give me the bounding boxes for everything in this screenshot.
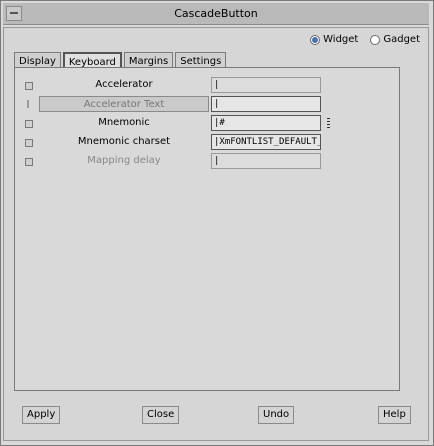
row-mapping-delay: Mapping delay | bbox=[15, 152, 399, 170]
widget-radio[interactable]: Widget bbox=[310, 34, 358, 45]
mnemonic-charset-field[interactable]: |XmFONTLIST_DEFAULT_TA bbox=[211, 134, 321, 150]
row-checkbox[interactable] bbox=[27, 100, 29, 108]
resize-handle-icon[interactable] bbox=[327, 118, 330, 130]
row-checkbox[interactable] bbox=[25, 120, 33, 128]
kind-selector: Widget Gadget bbox=[310, 34, 420, 45]
close-button[interactable]: Close bbox=[142, 406, 180, 424]
mnemonic-charset-label: Mnemonic charset bbox=[77, 136, 171, 147]
gadget-radio[interactable]: Gadget bbox=[370, 34, 420, 45]
help-button[interactable]: Help bbox=[378, 406, 411, 424]
title-bar[interactable]: CascadeButton bbox=[3, 3, 429, 25]
row-accelerator-text: Accelerator Text | bbox=[15, 95, 399, 113]
window-title: CascadeButton bbox=[174, 7, 258, 20]
mnemonic-label: Mnemonic bbox=[98, 117, 150, 128]
mapping-delay-field[interactable]: | bbox=[211, 153, 321, 169]
row-checkbox[interactable] bbox=[25, 139, 33, 147]
row-mnemonic: Mnemonic |# bbox=[15, 114, 399, 132]
undo-button[interactable]: Undo bbox=[258, 406, 295, 424]
mnemonic-field[interactable]: |# bbox=[211, 115, 321, 131]
accelerator-label: Accelerator bbox=[95, 79, 153, 90]
widget-radio-label: Widget bbox=[323, 34, 359, 45]
row-mnemonic-charset: Mnemonic charset |XmFONTLIST_DEFAULT_TA bbox=[15, 133, 399, 151]
accelerator-text-field[interactable]: | bbox=[211, 96, 321, 112]
row-accelerator: Accelerator | bbox=[15, 76, 399, 94]
radio-unselected-icon bbox=[370, 34, 381, 45]
radio-selected-icon bbox=[310, 34, 321, 45]
accelerator-text-button[interactable]: Accelerator Text bbox=[39, 96, 209, 112]
row-checkbox[interactable] bbox=[25, 82, 33, 90]
gadget-radio-label: Gadget bbox=[383, 34, 420, 45]
accelerator-field[interactable]: | bbox=[211, 77, 321, 93]
keyboard-panel: Accelerator | Accelerator Text | Mnemoni… bbox=[14, 67, 400, 391]
action-bar: Apply Close Undo Help bbox=[14, 406, 414, 426]
mapping-delay-label: Mapping delay bbox=[87, 155, 161, 166]
apply-button[interactable]: Apply bbox=[22, 406, 61, 424]
row-checkbox[interactable] bbox=[25, 158, 33, 166]
